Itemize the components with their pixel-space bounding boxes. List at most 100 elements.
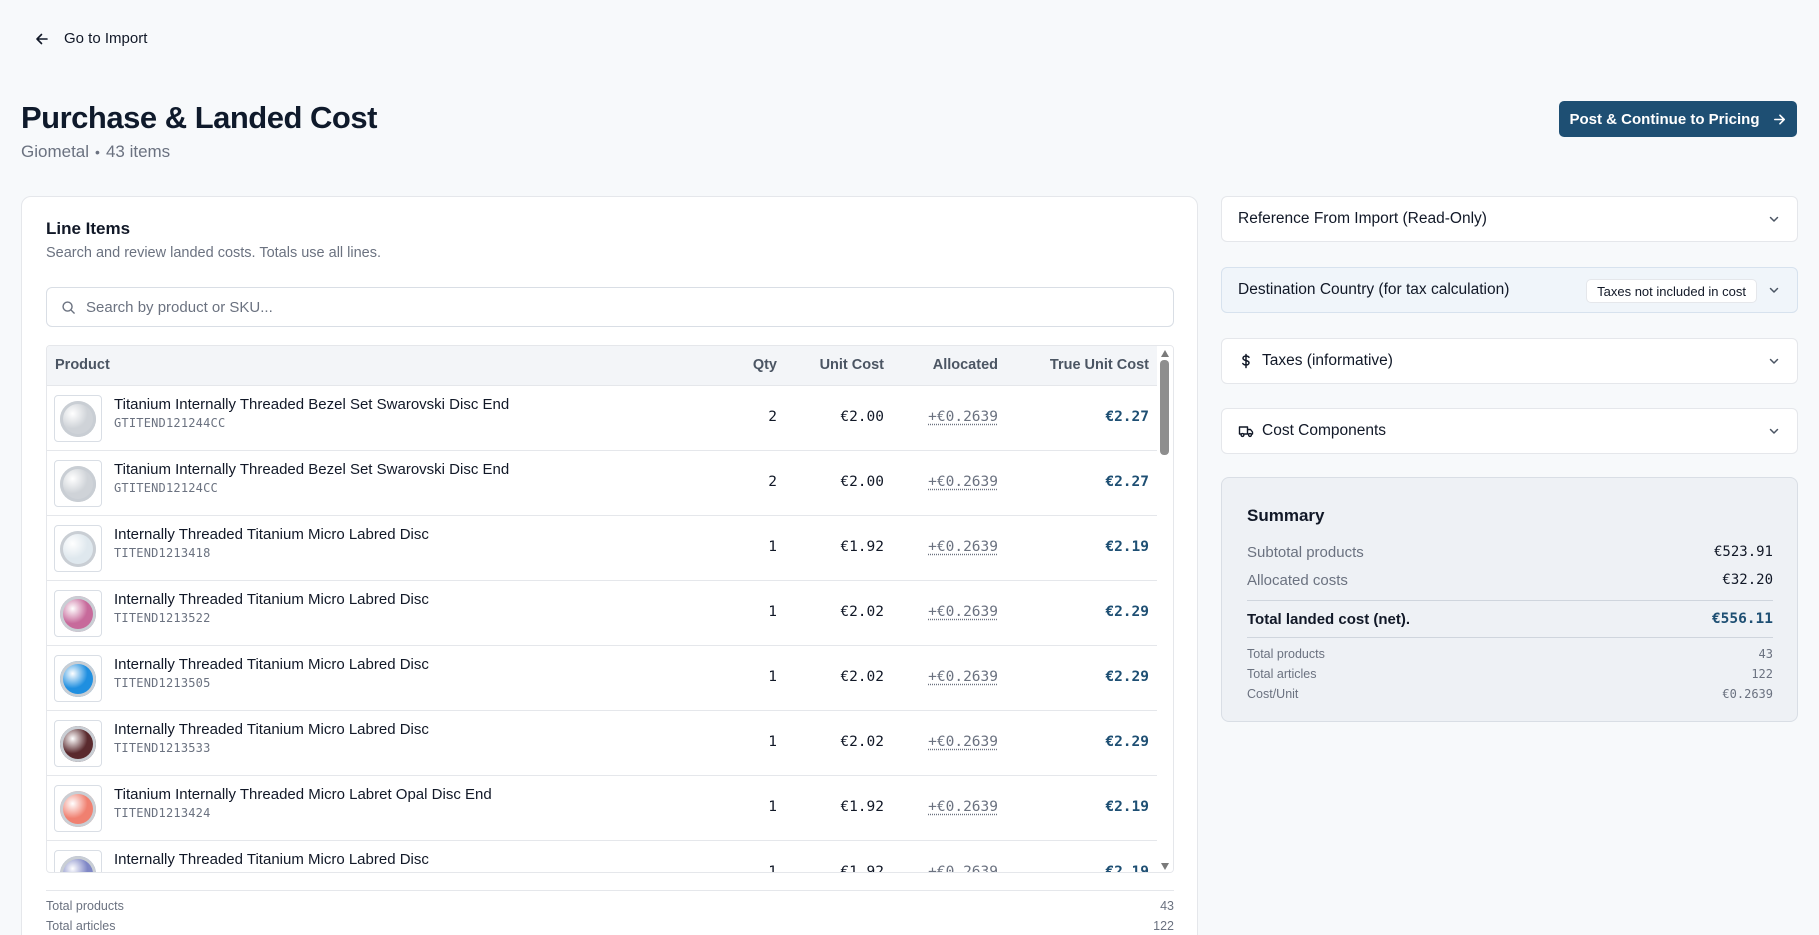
true-unit-cost-cell: €2.19 bbox=[1105, 539, 1149, 555]
product-image bbox=[60, 725, 96, 762]
product-image bbox=[60, 790, 96, 827]
destination-country-panel[interactable]: Destination Country (for tax calculation… bbox=[1221, 267, 1798, 313]
table-row[interactable]: Titanium Internally Threaded Bezel Set S… bbox=[47, 386, 1157, 451]
chevron-down-icon bbox=[1769, 287, 1779, 293]
table-body: Titanium Internally Threaded Bezel Set S… bbox=[47, 386, 1157, 873]
footer-total-products-label: Total products bbox=[46, 899, 124, 913]
total-landed-value: €556.11 bbox=[1711, 611, 1773, 627]
column-header-qty[interactable]: Qty bbox=[753, 357, 777, 373]
qty-cell: 2 bbox=[768, 409, 777, 425]
table-row[interactable]: Internally Threaded Titanium Micro Labre… bbox=[47, 646, 1157, 711]
allocated-cell[interactable]: +€0.2639 bbox=[928, 409, 998, 425]
cost-components-label-wrap: Cost Components bbox=[1238, 422, 1386, 440]
qty-cell: 1 bbox=[768, 669, 777, 685]
summary-cost-unit-label: Cost/Unit bbox=[1247, 687, 1299, 701]
product-image bbox=[60, 465, 96, 502]
summary-cost-unit-value: €0.2639 bbox=[1722, 687, 1773, 701]
chevron-down-icon bbox=[1769, 428, 1779, 434]
scroll-down-arrow-icon[interactable] bbox=[1161, 863, 1169, 870]
true-unit-cost-cell: €2.29 bbox=[1105, 669, 1149, 685]
column-header-product[interactable]: Product bbox=[55, 357, 110, 373]
page-title: Purchase & Landed Cost bbox=[21, 100, 377, 135]
qty-cell: 1 bbox=[768, 539, 777, 555]
line-items-table: Product Qty Unit Cost Allocated True Uni… bbox=[46, 345, 1174, 873]
product-thumbnail bbox=[54, 525, 102, 572]
product-name: Internally Threaded Titanium Micro Labre… bbox=[114, 591, 429, 608]
allocated-label: Allocated costs bbox=[1247, 571, 1348, 589]
summary-title: Summary bbox=[1247, 506, 1325, 525]
allocated-cell[interactable]: +€0.2639 bbox=[928, 799, 998, 815]
column-header-unit-cost[interactable]: Unit Cost bbox=[820, 357, 884, 373]
product-sku: TITEND1213418 bbox=[114, 546, 211, 560]
scroll-up-arrow-icon[interactable] bbox=[1161, 350, 1169, 357]
qty-cell: 1 bbox=[768, 734, 777, 750]
true-unit-cost-cell: €2.19 bbox=[1105, 864, 1149, 873]
allocated-cell[interactable]: +€0.2639 bbox=[928, 864, 998, 872]
summary-total-products-value: 43 bbox=[1758, 647, 1773, 661]
search-input[interactable] bbox=[86, 298, 1173, 316]
search-box bbox=[46, 287, 1174, 327]
table-row[interactable]: Titanium Internally Threaded Micro Labre… bbox=[47, 776, 1157, 841]
table-scrollbar[interactable] bbox=[1157, 346, 1173, 872]
cost-components-label: Cost Components bbox=[1262, 422, 1387, 439]
summary-total-row: Total landed cost (net). €556.11 bbox=[1247, 600, 1773, 638]
chevron-down-icon bbox=[1769, 216, 1779, 222]
column-header-true-unit-cost[interactable]: True Unit Cost bbox=[1050, 357, 1149, 373]
subtotal-label: Subtotal products bbox=[1247, 543, 1364, 561]
product-name: Internally Threaded Titanium Micro Labre… bbox=[114, 656, 429, 673]
taxes-panel[interactable]: Taxes (informative) bbox=[1221, 338, 1798, 384]
true-unit-cost-cell: €2.29 bbox=[1105, 604, 1149, 620]
separator-dot: • bbox=[95, 144, 100, 160]
supplier-name: Giometal bbox=[21, 142, 90, 161]
true-unit-cost-cell: €2.27 bbox=[1105, 409, 1149, 425]
cost-components-panel[interactable]: Cost Components bbox=[1221, 408, 1798, 454]
destination-country-label: Destination Country (for tax calculation… bbox=[1238, 281, 1510, 298]
post-continue-label: Post & Continue to Pricing bbox=[1569, 110, 1760, 128]
allocated-cell[interactable]: +€0.2639 bbox=[928, 539, 998, 555]
back-to-import-link[interactable]: Go to Import bbox=[34, 30, 147, 47]
chevron-down-icon bbox=[1769, 358, 1779, 364]
allocated-cell[interactable]: +€0.2639 bbox=[928, 734, 998, 750]
qty-cell: 1 bbox=[768, 799, 777, 815]
table-row[interactable]: Internally Threaded Titanium Micro Labre… bbox=[47, 516, 1157, 581]
product-sku: TITEND1213505 bbox=[114, 676, 211, 690]
unit-cost-cell: €2.00 bbox=[840, 409, 884, 425]
back-link-label: Go to Import bbox=[64, 30, 148, 47]
product-image bbox=[60, 530, 96, 567]
unit-cost-cell: €2.02 bbox=[840, 669, 884, 685]
table-row[interactable]: Titanium Internally Threaded Bezel Set S… bbox=[47, 451, 1157, 516]
product-thumbnail bbox=[54, 460, 102, 507]
product-name: Internally Threaded Titanium Micro Labre… bbox=[114, 851, 429, 868]
summary-allocated-row: Allocated costs €32.20 bbox=[1247, 566, 1773, 594]
table-row[interactable]: Internally Threaded Titanium Micro Labre… bbox=[47, 711, 1157, 776]
post-continue-pricing-button[interactable]: Post & Continue to Pricing bbox=[1559, 101, 1797, 137]
summary-total-products-label: Total products bbox=[1247, 647, 1325, 661]
column-header-allocated[interactable]: Allocated bbox=[933, 357, 998, 373]
product-name: Internally Threaded Titanium Micro Labre… bbox=[114, 721, 429, 738]
subtotal-value: €523.91 bbox=[1713, 544, 1773, 560]
summary-total-articles-label: Total articles bbox=[1247, 667, 1317, 681]
unit-cost-cell: €1.92 bbox=[840, 864, 884, 873]
unit-cost-cell: €2.02 bbox=[840, 734, 884, 750]
page-subtitle: Giometal • 43 items bbox=[21, 142, 170, 162]
scrollbar-thumb[interactable] bbox=[1160, 360, 1169, 455]
allocated-cell[interactable]: +€0.2639 bbox=[928, 474, 998, 490]
summary-total-products-row: Total products 43 bbox=[1247, 644, 1773, 664]
unit-cost-cell: €2.02 bbox=[840, 604, 884, 620]
total-landed-label: Total landed cost (net). bbox=[1247, 610, 1411, 628]
table-row[interactable]: Internally Threaded Titanium Micro Labre… bbox=[47, 581, 1157, 646]
qty-cell: 1 bbox=[768, 604, 777, 620]
taxes-label: Taxes (informative) bbox=[1262, 352, 1393, 369]
reference-import-panel[interactable]: Reference From Import (Read-Only) bbox=[1221, 196, 1798, 242]
table-row[interactable]: Internally Threaded Titanium Micro Labre… bbox=[47, 841, 1157, 873]
product-image bbox=[60, 400, 96, 437]
line-items-description: Search and review landed costs. Totals u… bbox=[46, 245, 382, 261]
product-thumbnail bbox=[54, 655, 102, 702]
allocated-cell[interactable]: +€0.2639 bbox=[928, 669, 998, 685]
search-icon bbox=[62, 300, 75, 314]
unit-cost-cell: €1.92 bbox=[840, 539, 884, 555]
truck-icon bbox=[1238, 426, 1254, 438]
product-thumbnail bbox=[54, 395, 102, 442]
allocated-cell[interactable]: +€0.2639 bbox=[928, 604, 998, 620]
line-items-title: Line Items bbox=[46, 219, 131, 238]
